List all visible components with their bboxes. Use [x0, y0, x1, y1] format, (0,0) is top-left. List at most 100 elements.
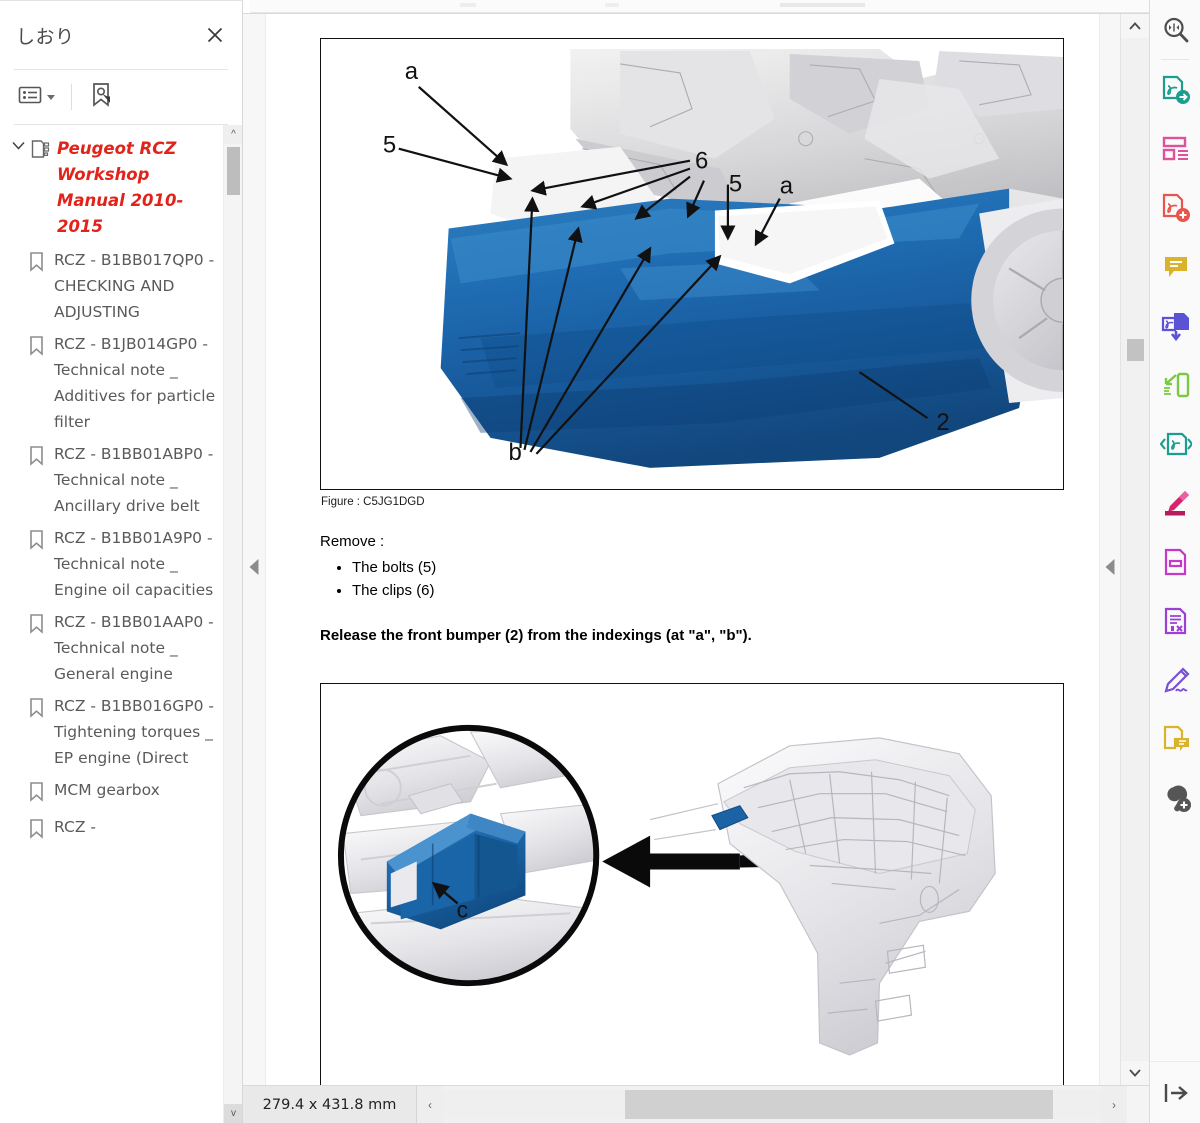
left-gutter: [243, 14, 266, 1085]
page-dimensions-label: 279.4 x 431.8 mm: [243, 1086, 417, 1123]
bookmark-item-label: MCM gearbox: [54, 781, 160, 799]
close-icon[interactable]: [202, 22, 228, 48]
bookmark-tree: Peugeot RCZ Workshop Manual 2010-2015 RC…: [0, 125, 223, 1123]
bookmark-item[interactable]: RCZ - B1BB017QP0 - CHECKING AND ADJUSTIN…: [8, 244, 219, 328]
highlighter-icon[interactable]: [1150, 473, 1200, 532]
bookmark-item[interactable]: RCZ - B1BB01AAP0 - Technical note _ Gene…: [8, 606, 219, 690]
bookmark-item-label: RCZ - B1BB01A9P0 - Technical note _ Engi…: [54, 529, 214, 599]
pdf-download-icon[interactable]: [1150, 296, 1200, 355]
bookmark-scrollbar[interactable]: ^ v: [223, 125, 242, 1123]
bookmark-icon: [28, 247, 54, 278]
bookmark-icon: [28, 693, 54, 724]
protect-document-icon[interactable]: [1150, 591, 1200, 650]
bookmark-icon: [28, 777, 54, 808]
callout-b: b: [508, 439, 521, 466]
figure-2: c: [320, 683, 1064, 1085]
document-vertical-scrollbar[interactable]: [1120, 14, 1149, 1085]
toolbar-ghost-3: [780, 3, 865, 7]
scrollbar-thumb[interactable]: [1127, 339, 1144, 361]
scroll-left-arrow-icon[interactable]: ‹: [417, 1086, 443, 1123]
collapse-right-arrow-icon[interactable]: [1105, 559, 1115, 575]
layout-organize-icon[interactable]: [1150, 119, 1200, 178]
remove-bullet-list: The bolts (5) The clips (6): [320, 557, 1064, 601]
more-tools-icon[interactable]: [1150, 768, 1200, 827]
toolbar-ghost-2: [605, 3, 619, 7]
pdf-export-icon[interactable]: [1150, 60, 1200, 119]
comment-icon[interactable]: [1150, 237, 1200, 296]
list-item: The clips (6): [352, 580, 1064, 601]
list-item: The bolts (5): [352, 557, 1064, 578]
collapse-rail-icon[interactable]: [1150, 1061, 1200, 1123]
callout-6-left: 6: [695, 148, 708, 175]
scroll-down-arrow-icon[interactable]: v: [224, 1104, 242, 1123]
bookmark-panel-title: しおり: [16, 25, 75, 48]
callout-c: c: [457, 896, 468, 922]
bookmark-item[interactable]: RCZ - B1BB01A9P0 - Technical note _ Engi…: [8, 522, 219, 606]
scrollbar-thumb[interactable]: [625, 1090, 1053, 1119]
bookmark-icon: [28, 814, 54, 845]
right-gutter: [1099, 14, 1120, 1085]
bookmark-root-item[interactable]: Peugeot RCZ Workshop Manual 2010-2015: [8, 134, 219, 244]
bookmark-item[interactable]: RCZ - B1BB016GP0 - Tightening torques _ …: [8, 690, 219, 774]
status-bar: 279.4 x 431.8 mm ‹ ›: [243, 1085, 1149, 1123]
scrollbar-corner: [1127, 1086, 1149, 1123]
bookmark-root-label: Peugeot RCZ Workshop Manual 2010-2015: [57, 139, 184, 236]
bookmark-item-label: RCZ - B1BB017QP0 - CHECKING AND ADJUSTIN…: [54, 251, 215, 321]
bookmark-item[interactable]: RCZ - B1JB014GP0 - Technical note _ Addi…: [8, 328, 219, 438]
bookmark-icon: [28, 525, 54, 556]
bookmark-panel-header: しおり: [0, 1, 242, 69]
scroll-up-arrow-icon[interactable]: ^: [224, 125, 242, 144]
figure-1: a 5 6 5 a b 2: [320, 38, 1064, 490]
toolbar-separator: [71, 84, 72, 110]
callout-5-left: 5: [383, 132, 396, 159]
document-tree-icon: [30, 136, 52, 164]
new-bookmark-button[interactable]: [85, 77, 119, 118]
pdf-create-icon[interactable]: [1150, 178, 1200, 237]
tools-rail: [1149, 0, 1200, 1123]
release-paragraph: Release the front bumper (2) from the in…: [320, 627, 752, 644]
bookmark-item[interactable]: RCZ - B1BB01ABP0 - Technical note _ Anci…: [8, 438, 219, 522]
chevron-down-icon: [47, 94, 55, 100]
bookmark-icon: [28, 609, 54, 640]
scroll-up-arrow-icon[interactable]: [1121, 14, 1149, 38]
bookmark-panel: しおり Peugeot RCZ Workshop Manual 2010-201…: [0, 0, 243, 1123]
bookmark-item[interactable]: MCM gearbox: [8, 774, 219, 811]
collapse-left-arrow-icon[interactable]: [249, 559, 259, 575]
front-bumper-illustration: a 5 6 5 a b 2: [383, 48, 1063, 468]
toolbar-ghost-1: [460, 3, 476, 7]
bookmark-item-label: RCZ -: [54, 818, 96, 836]
bookmark-tree-container: Peugeot RCZ Workshop Manual 2010-2015 RC…: [0, 125, 242, 1123]
fill-and-sign-icon[interactable]: [1150, 650, 1200, 709]
bumper-clip-detail-illustration: c: [337, 724, 996, 1056]
search-icon[interactable]: [1150, 0, 1200, 59]
remove-heading: Remove :: [320, 533, 385, 550]
top-toolbar-strip: [250, 0, 1200, 13]
pdf-reader-window: しおり Peugeot RCZ Workshop Manual 2010-201…: [0, 0, 1200, 1123]
document-viewer: a 5 6 5 a b 2 Figure : C5JG1DGD Remove :…: [243, 13, 1149, 1085]
bookmark-icon: [28, 441, 54, 472]
bookmark-toolbar: [0, 70, 242, 124]
list-options-icon: [18, 85, 42, 110]
compress-page-icon[interactable]: [1150, 355, 1200, 414]
document-horizontal-scrollbar[interactable]: ‹ ›: [417, 1086, 1149, 1123]
combine-pdf-icon[interactable]: [1150, 414, 1200, 473]
bookmark-item-label: RCZ - B1BB01AAP0 - Technical note _ Gene…: [54, 613, 214, 683]
new-bookmark-icon: [89, 81, 115, 114]
callout-2: 2: [936, 409, 949, 436]
bookmark-item[interactable]: RCZ -: [8, 811, 219, 848]
bookmark-item-label: RCZ - B1BB01ABP0 - Technical note _ Anci…: [54, 445, 214, 515]
redact-page-icon[interactable]: [1150, 532, 1200, 591]
page-comment-icon[interactable]: [1150, 709, 1200, 768]
scrollbar-thumb[interactable]: [227, 147, 240, 195]
bookmark-item-label: RCZ - B1JB014GP0 - Technical note _ Addi…: [54, 335, 216, 431]
scroll-right-arrow-icon[interactable]: ›: [1101, 1086, 1127, 1123]
scroll-down-arrow-icon[interactable]: [1121, 1061, 1149, 1085]
bookmark-item-label: RCZ - B1BB016GP0 - Tightening torques _ …: [54, 697, 214, 767]
bookmark-options-button[interactable]: [14, 81, 59, 114]
chevron-down-icon[interactable]: [8, 136, 28, 150]
pdf-page[interactable]: a 5 6 5 a b 2 Figure : C5JG1DGD Remove :…: [267, 14, 1098, 1085]
bookmark-icon: [28, 331, 54, 362]
callout-a-right: a: [780, 173, 794, 200]
figure-1-caption: Figure : C5JG1DGD: [321, 496, 425, 508]
